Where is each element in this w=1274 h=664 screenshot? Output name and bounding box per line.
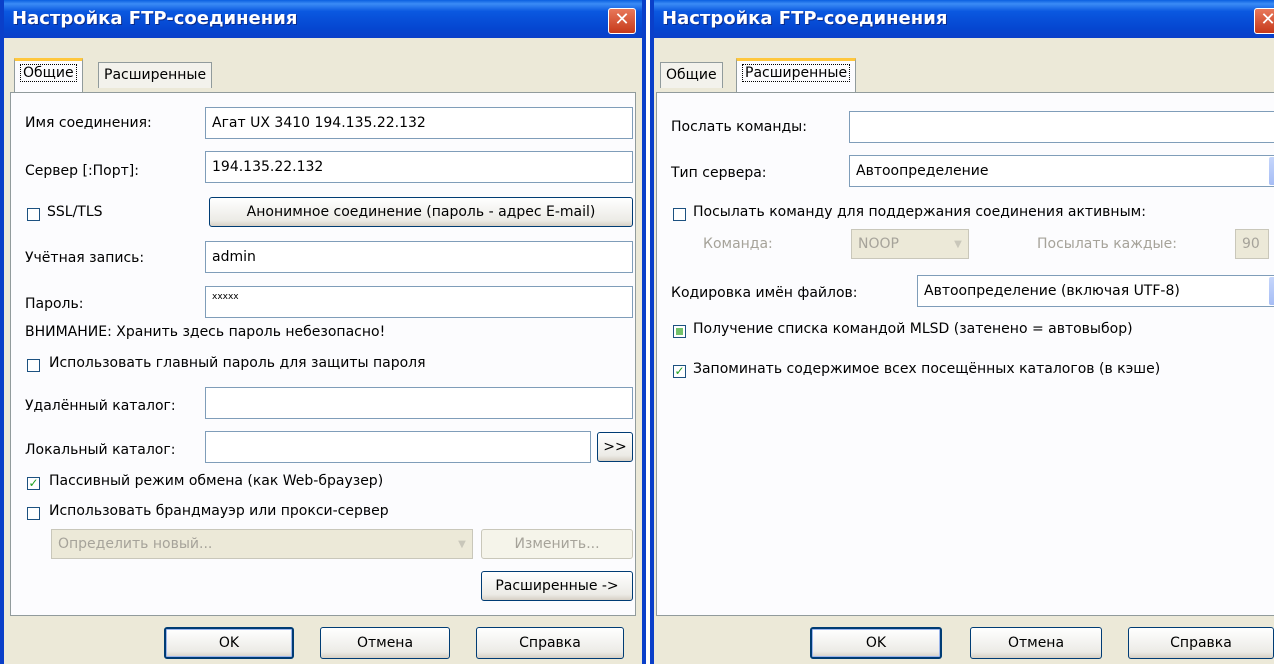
ssl-checkbox[interactable] [27,208,40,221]
proxy-select[interactable]: Определить новый... ▼ [51,529,473,559]
interval-label: Посылать каждые: [1037,236,1177,252]
server-port-label: Сервер [:Порт]: [25,163,139,179]
title-bar: Настройка FTP-соединения [654,0,1274,38]
close-icon[interactable]: ✕ [608,8,636,34]
server-type-label: Тип сервера: [671,165,767,181]
server-type-select[interactable]: Автоопределение▼ [849,155,1274,187]
filename-encoding-select[interactable]: Автоопределение (включая UTF-8)▼ [917,275,1274,307]
title-bar: Настройка FTP-соединения [4,0,642,38]
mlsd-checkbox[interactable] [673,325,686,338]
change-proxy-button[interactable]: Изменить... [481,529,633,559]
interval-field[interactable]: 90 [1235,229,1269,259]
local-dir-field[interactable] [205,431,591,463]
cache-dirs-checkbox[interactable]: ✓ [673,365,686,378]
remote-dir-label: Удалённый каталог: [25,398,176,414]
general-tab-panel: Имя соединения: Агат UX 3410 194.135.22.… [10,92,636,616]
cache-dirs-label: Запоминать содержимое всех посещённых ка… [693,361,1161,377]
tab-general[interactable]: Общие [660,62,723,88]
cancel-button[interactable]: Отмена [320,627,450,659]
send-commands-field[interactable] [849,111,1274,143]
filename-encoding-label: Кодировка имён файлов: [671,285,858,301]
browse-button[interactable]: >> [597,432,633,462]
tab-strip: Общие Расширенные [4,56,642,92]
local-dir-label: Локальный каталог: [25,442,176,458]
tab-advanced[interactable]: Расширенные [98,62,213,88]
ftp-settings-dialog-advanced: Настройка FTP-соединения ✕ Общие Расшире… [650,0,1274,664]
master-password-checkbox[interactable] [27,359,40,372]
close-icon[interactable]: ✕ [1254,8,1274,34]
command-select[interactable]: NOOP ▼ [851,229,969,259]
ftp-settings-dialog-general: Настройка FTP-соединения ✕ Общие Расшире… [0,0,646,664]
password-field[interactable]: xxxxx [205,286,633,318]
dialog-title: Настройка FTP-соединения [12,8,298,29]
account-label: Учётная запись: [25,250,145,266]
firewall-checkbox[interactable] [27,507,40,520]
mlsd-label: Получение списка командой MLSD (затенено… [693,321,1133,337]
chevron-down-icon: ▼ [1269,277,1274,305]
chevron-down-icon: ▼ [1269,157,1274,185]
server-field[interactable]: 194.135.22.132 [205,151,633,183]
ok-button[interactable]: OK [810,627,942,659]
connection-name-label: Имя соединения: [25,115,152,131]
advanced-button[interactable]: Расширенные -> [481,571,633,601]
passive-mode-label: Пассивный режим обмена (как Web-браузер) [49,473,384,489]
advanced-tab-panel: Послать команды: Тип сервера: Автоопреде… [656,92,1274,616]
help-button[interactable]: Справка [476,627,624,659]
remote-dir-field[interactable] [205,387,633,419]
ok-button[interactable]: OK [164,627,294,659]
password-label: Пароль: [25,296,84,312]
account-field[interactable]: admin [205,241,633,273]
password-warning: ВНИМАНИЕ: Хранить здесь пароль небезопас… [25,324,386,340]
chevron-down-icon: ▼ [453,531,471,557]
cancel-button[interactable]: Отмена [970,627,1102,659]
tab-general[interactable]: Общие [14,58,83,92]
chevron-down-icon: ▼ [949,231,967,257]
tab-advanced[interactable]: Расширенные [736,58,857,92]
tab-strip: Общие Расширенные [654,56,1274,92]
keepalive-checkbox[interactable] [673,208,686,221]
ssl-label: SSL/TLS [47,204,103,220]
passive-mode-checkbox[interactable]: ✓ [27,477,40,490]
anonymous-login-button[interactable]: Анонимное соединение (пароль - адрес E-m… [209,197,633,227]
keepalive-label: Посылать команду для поддержания соедине… [693,204,1146,220]
dialog-title: Настройка FTP-соединения [662,8,948,29]
command-label: Команда: [703,236,773,252]
send-commands-label: Послать команды: [671,119,807,135]
help-button[interactable]: Справка [1128,627,1274,659]
connection-name-field[interactable]: Агат UX 3410 194.135.22.132 [205,107,633,139]
master-password-label: Использовать главный пароль для защиты п… [49,355,426,371]
firewall-label: Использовать брандмауэр или прокси-серве… [49,503,389,519]
